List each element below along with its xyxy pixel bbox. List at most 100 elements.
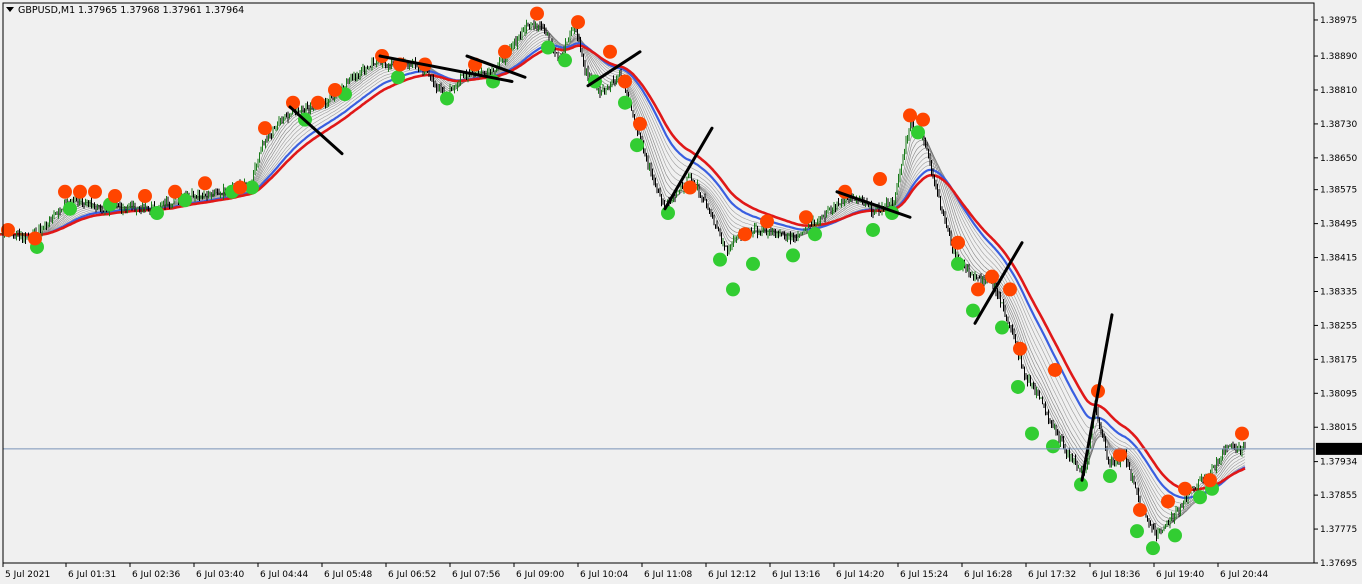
buy-signal-dot — [951, 256, 965, 271]
x-tick-label: 6 Jul 07:56 — [452, 570, 501, 580]
sell-signal-dot — [1003, 282, 1017, 297]
sell-signal-dot — [88, 184, 102, 199]
sell-signal-dot — [498, 44, 512, 59]
x-tick-label: 6 Jul 05:48 — [324, 570, 373, 580]
current-price-label: 1.37964 — [1319, 445, 1356, 455]
buy-signal-dot — [391, 70, 405, 85]
sell-signal-dot — [633, 116, 647, 131]
symbol-label: GBPUSD,M1 — [18, 5, 75, 16]
sell-signal-dot — [138, 189, 152, 204]
y-tick-label: 1.37775 — [1320, 525, 1357, 535]
y-tick-label: 1.38255 — [1320, 321, 1357, 331]
y-tick-label: 1.38975 — [1320, 16, 1357, 26]
x-tick-label: 6 Jul 12:12 — [708, 570, 756, 580]
sell-signal-dot — [58, 184, 72, 199]
sell-signal-dot — [971, 282, 985, 297]
y-tick-label: 1.38890 — [1320, 52, 1357, 62]
sell-signal-dot — [1203, 473, 1217, 488]
x-tick-label: 6 Jul 18:36 — [1092, 570, 1141, 580]
buy-signal-dot — [808, 227, 822, 242]
chart-header: GBPUSD,M1 1.37965 1.37968 1.37961 1.3796… — [6, 5, 244, 16]
price-chart[interactable]: 1.38975 1.38890 1.38810 1.38730 1.38650 1.385… — [0, 0, 1362, 584]
buy-signal-dot — [1103, 469, 1117, 484]
y-tick-label: 1.38095 — [1320, 389, 1357, 399]
sell-signal-dot — [873, 172, 887, 187]
buy-signal-dot — [245, 180, 259, 195]
sell-signal-dot — [903, 108, 917, 123]
buy-signal-dot — [1168, 528, 1182, 543]
sell-signal-dot — [328, 82, 342, 97]
x-tick-label: 6 Jul 03:40 — [196, 570, 245, 580]
x-tick-label: 5 Jul 2021 — [5, 570, 50, 580]
y-tick-label: 1.38650 — [1320, 154, 1357, 164]
sell-signal-dot — [985, 269, 999, 284]
buy-signal-dot — [1025, 426, 1039, 441]
buy-signal-dot — [1011, 379, 1025, 394]
x-tick-label: 6 Jul 09:00 — [516, 570, 565, 580]
sell-signal-dot — [1235, 426, 1249, 441]
ohlc-readout: 1.37965 1.37968 1.37961 1.37964 — [78, 5, 244, 16]
sell-signal-dot — [1048, 362, 1062, 377]
x-tick-label: 6 Jul 11:08 — [644, 570, 693, 580]
buy-signal-dot — [1046, 439, 1060, 454]
buy-signal-dot — [1146, 541, 1160, 556]
y-tick-label: 1.38495 — [1320, 220, 1357, 230]
sell-signal-dot — [168, 184, 182, 199]
buy-signal-dot — [866, 222, 880, 237]
sell-signal-dot — [916, 112, 930, 127]
chart-background — [0, 0, 1362, 584]
sell-signal-dot — [603, 44, 617, 59]
y-tick-label: 1.37855 — [1320, 491, 1357, 501]
y-tick-label: 1.38575 — [1320, 186, 1357, 196]
sell-signal-dot — [258, 121, 272, 136]
x-tick-label: 6 Jul 10:04 — [580, 570, 629, 580]
buy-signal-dot — [1130, 524, 1144, 539]
buy-signal-dot — [558, 53, 572, 68]
sell-signal-dot — [73, 184, 87, 199]
sell-signal-dot — [1133, 502, 1147, 517]
buy-signal-dot — [995, 320, 1009, 335]
buy-signal-dot — [630, 138, 644, 153]
buy-signal-dot — [713, 252, 727, 267]
y-tick-label: 1.37695 — [1320, 559, 1357, 569]
sell-signal-dot — [1178, 481, 1192, 496]
x-tick-label: 6 Jul 14:20 — [836, 570, 885, 580]
y-tick-label: 1.38175 — [1320, 355, 1357, 365]
x-tick-label: 6 Jul 04:44 — [260, 570, 309, 580]
buy-signal-dot — [661, 206, 675, 220]
x-tick-label: 6 Jul 16:28 — [964, 570, 1013, 580]
y-tick-label: 1.38730 — [1320, 120, 1357, 130]
x-tick-label: 6 Jul 06:52 — [388, 570, 436, 580]
buy-signal-dot — [726, 282, 740, 297]
sell-signal-dot — [311, 95, 325, 110]
y-tick-label: 1.38810 — [1320, 86, 1357, 96]
sell-signal-dot — [28, 231, 42, 246]
y-tick-label: 1.38335 — [1320, 287, 1357, 297]
x-tick-label: 6 Jul 13:16 — [772, 570, 821, 580]
sell-signal-dot — [951, 235, 965, 250]
sell-signal-dot — [571, 15, 585, 30]
buy-signal-dot — [440, 91, 454, 106]
y-tick-label: 1.38015 — [1320, 423, 1357, 433]
sell-signal-dot — [799, 210, 813, 225]
y-tick-label: 1.38415 — [1320, 254, 1357, 264]
buy-signal-dot — [786, 248, 800, 263]
x-tick-label: 6 Jul 20:44 — [1220, 570, 1269, 580]
x-tick-label: 6 Jul 19:40 — [1156, 570, 1205, 580]
sell-signal-dot — [1113, 447, 1127, 462]
sell-signal-dot — [198, 176, 212, 191]
sell-signal-dot — [108, 189, 122, 204]
buy-signal-dot — [1193, 490, 1207, 505]
x-tick-label: 6 Jul 17:32 — [1028, 570, 1076, 580]
x-tick-label: 6 Jul 02:36 — [132, 570, 181, 580]
x-tick-label: 6 Jul 01:31 — [68, 570, 116, 580]
x-tick-label: 6 Jul 15:24 — [900, 570, 949, 580]
sell-signal-dot — [530, 6, 544, 21]
sell-signal-dot — [286, 95, 300, 110]
buy-signal-dot — [911, 125, 925, 140]
y-tick-label: 1.37934 — [1320, 458, 1357, 468]
sell-signal-dot — [1013, 341, 1027, 356]
buy-signal-dot — [746, 256, 760, 271]
buy-signal-dot — [541, 40, 555, 55]
buy-signal-dot — [618, 95, 632, 110]
